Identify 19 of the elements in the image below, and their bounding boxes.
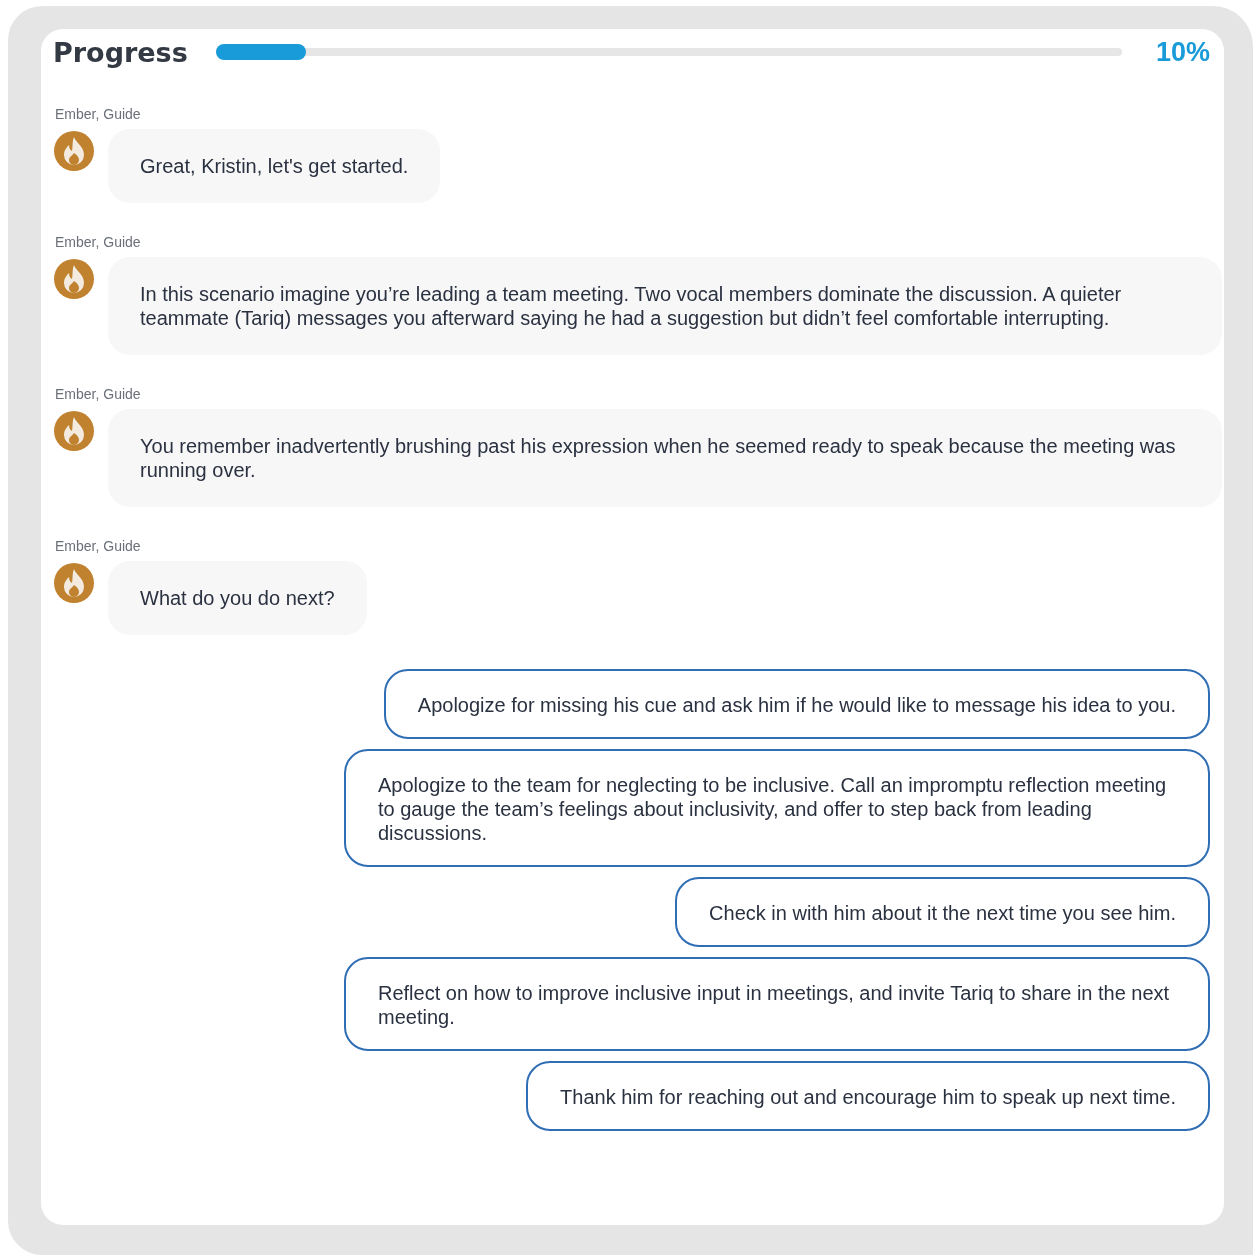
message-bubble: In this scenario imagine you’re leading a team meeting. Two vocal members dominate the discussion. A quieter teammate (Tariq) messages you afterward saying he had a suggestion but didn’t feel comfortable interrupting. [108, 257, 1222, 355]
progress-title: Progress [53, 36, 188, 68]
sender-name: Ember, Guide [55, 106, 141, 122]
flame-avatar-icon [54, 411, 94, 451]
sender-name: Ember, Guide [55, 538, 141, 554]
flame-avatar-icon [54, 259, 94, 299]
answer-option[interactable]: Thank him for reaching out and encourage him to speak up next time. [526, 1061, 1210, 1131]
message-bubble: You remember inadvertently brushing past his expression when he seemed ready to speak because the meeting was running over. [108, 409, 1222, 507]
sender-name: Ember, Guide [55, 386, 141, 402]
message-bubble: What do you do next? [108, 561, 367, 635]
answer-option[interactable]: Apologize to the team for neglecting to be inclusive. Call an impromptu reflection meeting to gauge the team’s feelings about inclusivity, and offer to step back from leading discussions. [344, 749, 1210, 867]
message-bubble: Great, Kristin, let's get started. [108, 129, 441, 203]
flame-avatar-icon [54, 563, 94, 603]
flame-avatar-icon [54, 131, 94, 171]
sender-name: Ember, Guide [55, 234, 141, 250]
answer-option[interactable]: Apologize for missing his cue and ask him if he would like to message his idea to you. [383, 669, 1210, 739]
answer-option[interactable]: Check in with him about it the next time you see him. [675, 877, 1210, 947]
answer-option[interactable]: Reflect on how to improve inclusive input in meetings, and invite Tariq to share in the next meeting. [344, 957, 1210, 1051]
progress-percentage: 10% [1155, 36, 1210, 68]
